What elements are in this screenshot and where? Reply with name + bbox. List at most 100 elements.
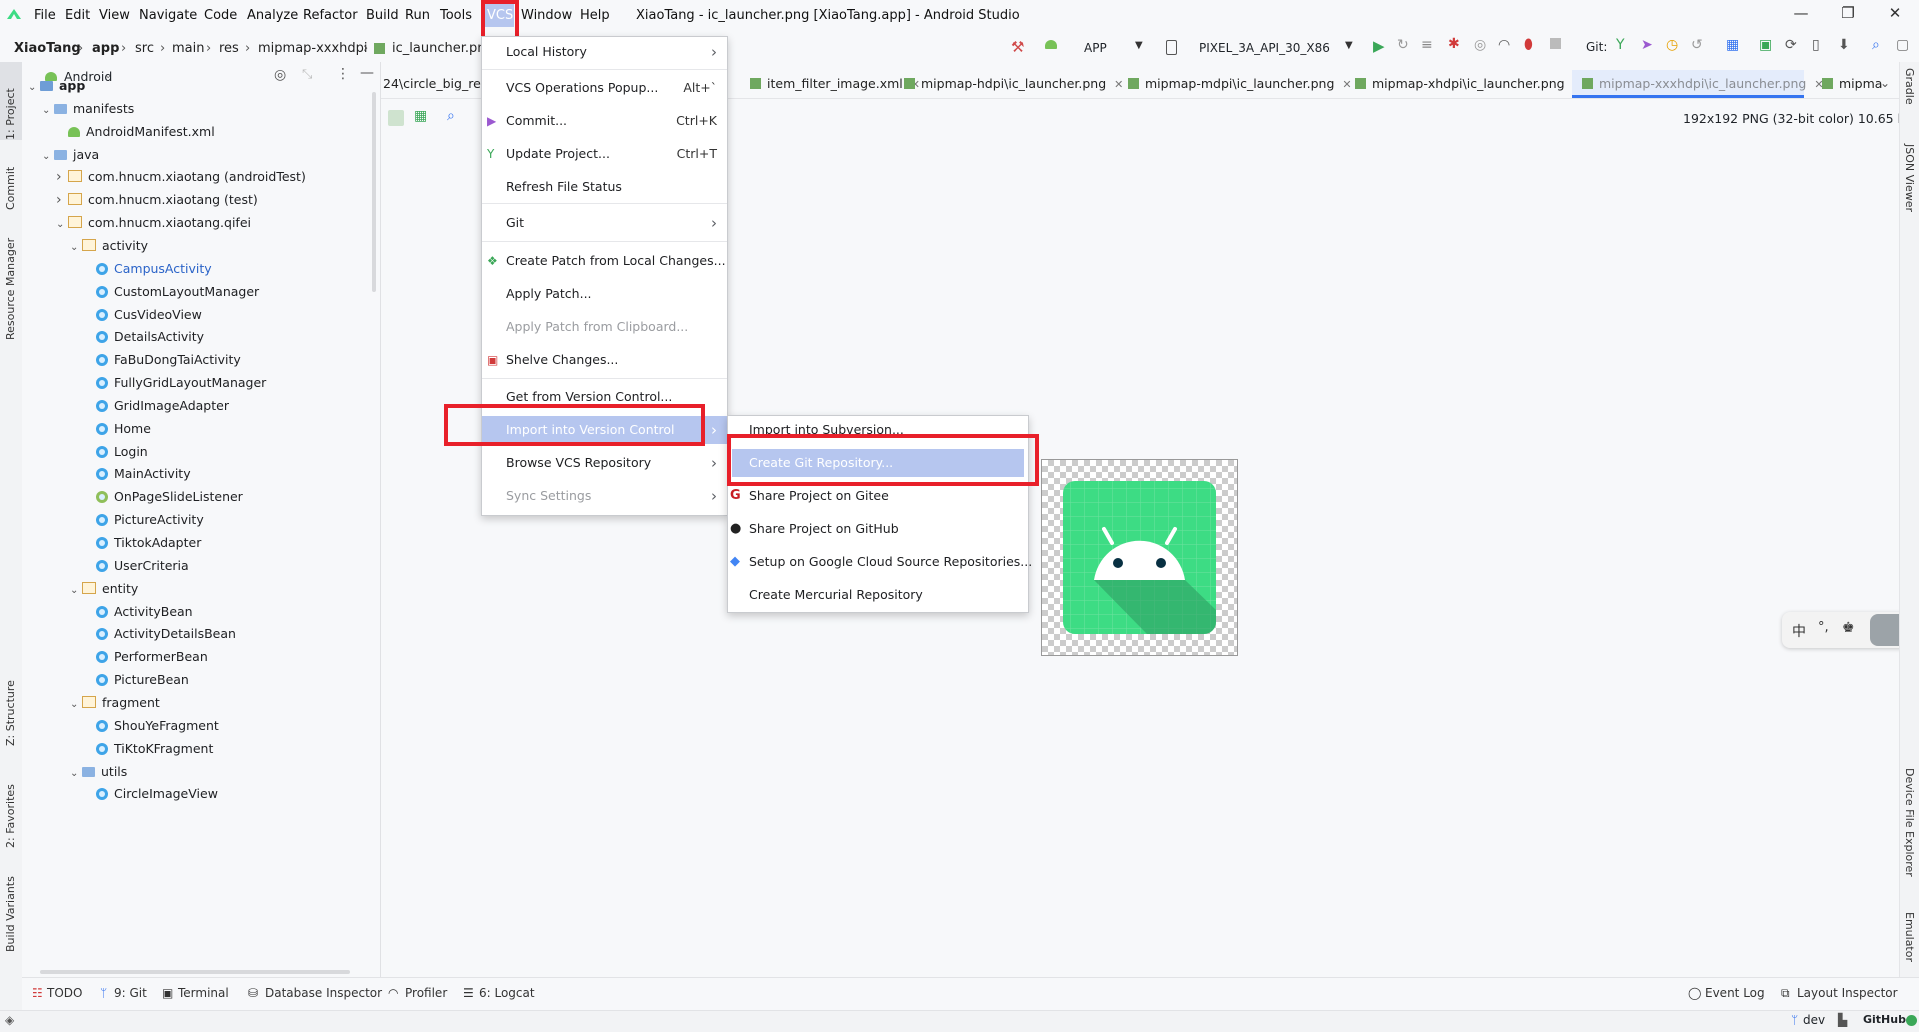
menu-run[interactable]: Run xyxy=(405,8,430,23)
sync-gradle-icon[interactable]: ⟳ xyxy=(1785,37,1797,53)
import-submenu-item[interactable]: G Share Project on Gitee xyxy=(728,482,1028,510)
import-submenu-item[interactable]: ● Share Project on GitHub xyxy=(728,515,1028,543)
tool-emulator[interactable]: Emulator xyxy=(1903,912,1916,962)
vcs-menu-item[interactable]: Browse VCS Repository › xyxy=(482,449,727,477)
attach-icon[interactable]: ◎ xyxy=(1474,37,1486,53)
chevron-down-icon[interactable]: ⌄ xyxy=(70,237,82,259)
locate-file-icon[interactable]: ◎ xyxy=(274,67,286,83)
tree-item[interactable]: Home xyxy=(84,418,151,440)
coverage-icon[interactable]: ⬮ xyxy=(1524,37,1533,53)
tree-item[interactable]: ⌄ manifests xyxy=(42,98,134,120)
chevron-right-icon[interactable]: › xyxy=(56,166,68,188)
breadcrumb-file[interactable]: ic_launcher.png xyxy=(392,41,494,56)
ime-language-toggle[interactable]: 中 xyxy=(1792,621,1806,641)
tool-database-inspector[interactable]: Database Inspector xyxy=(265,986,382,1000)
tool-project[interactable]: 1: Project xyxy=(4,88,17,140)
menu-code[interactable]: Code xyxy=(204,8,237,23)
build-hammer-icon[interactable]: ⚒ xyxy=(1011,38,1024,56)
tool-favorites[interactable]: 2: Favorites xyxy=(4,784,17,848)
profile-icon[interactable]: ◠ xyxy=(1498,37,1510,53)
tree-item[interactable]: › com.hnucm.xiaotang (test) xyxy=(56,189,258,211)
tool-event-log[interactable]: Event Log xyxy=(1705,986,1765,1000)
tree-item[interactable]: › com.hnucm.xiaotang (androidTest) xyxy=(56,166,306,188)
tree-item[interactable]: ⌄ activity xyxy=(70,235,148,257)
avd-manager-icon[interactable]: ▯ xyxy=(1812,37,1820,53)
menu-window[interactable]: Window xyxy=(521,8,572,23)
sdk-manager-icon[interactable]: ⬇ xyxy=(1838,37,1850,53)
user-icon[interactable]: ▢ xyxy=(1896,37,1909,53)
editor-tab[interactable]: item_filter_image.xml ✕ xyxy=(740,70,920,98)
tool-commit[interactable]: Commit xyxy=(4,167,17,210)
tree-vertical-scrollbar[interactable] xyxy=(372,92,376,292)
zoom-actual-icon[interactable] xyxy=(388,110,404,126)
git-push-icon[interactable]: ➤ xyxy=(1641,37,1653,53)
git-branch-status[interactable]: dev xyxy=(1803,1013,1825,1027)
chevron-down-icon[interactable]: ⌄ xyxy=(28,77,40,99)
vcs-menu-item[interactable]: Git › xyxy=(482,209,727,237)
tool-logcat[interactable]: 6: Logcat xyxy=(479,986,535,1000)
vcs-menu-item[interactable]: ❖ Create Patch from Local Changes... xyxy=(482,247,727,275)
tool-git[interactable]: 9: Git xyxy=(114,986,147,1000)
close-button[interactable]: ✕ xyxy=(1880,4,1910,26)
import-submenu-item[interactable]: Create Mercurial Repository xyxy=(728,581,1028,609)
tree-item[interactable]: ShouYeFragment xyxy=(84,715,219,737)
vcs-menu-item[interactable]: VCS Operations Popup... Alt+` xyxy=(482,74,727,102)
tree-item[interactable]: CircleImageView xyxy=(84,783,218,805)
tree-horizontal-scrollbar[interactable] xyxy=(40,970,350,974)
tree-item[interactable]: AndroidManifest.xml xyxy=(56,121,215,143)
menu-navigate[interactable]: Navigate xyxy=(139,8,197,23)
git-rollback-icon[interactable]: ↺ xyxy=(1691,37,1703,53)
chevron-down-icon[interactable]: ⌄ xyxy=(42,100,54,122)
vcs-menu-item[interactable]: Refresh File Status xyxy=(482,173,727,201)
git-update-icon[interactable]: Y xyxy=(1616,37,1625,53)
tool-layout-inspector[interactable]: Layout Inspector xyxy=(1797,986,1898,1000)
tree-item[interactable]: ⌄ fragment xyxy=(70,692,160,714)
menu-build[interactable]: Build xyxy=(366,8,399,23)
options-menu-icon[interactable]: ⋮ xyxy=(336,66,350,82)
breadcrumb-main[interactable]: main xyxy=(172,41,204,56)
tree-item[interactable]: PictureActivity xyxy=(84,509,204,531)
minimize-button[interactable]: — xyxy=(1786,4,1816,26)
tree-item[interactable]: FullyGridLayoutManager xyxy=(84,372,266,394)
import-submenu-item[interactable]: ◆ Setup on Google Cloud Source Repositori… xyxy=(728,548,1032,576)
vcs-menu-item[interactable]: Local History › xyxy=(482,38,727,66)
ime-punctuation-toggle[interactable]: °, xyxy=(1818,620,1829,635)
zoom-icon[interactable]: ⌕ xyxy=(447,108,455,124)
tree-item[interactable]: ActivityDetailsBean xyxy=(84,623,236,645)
hide-panel-icon[interactable]: — xyxy=(360,65,374,81)
restore-button[interactable]: ❐ xyxy=(1833,4,1863,26)
tree-item[interactable]: DetailsActivity xyxy=(84,326,204,348)
run-icon[interactable]: ▶ xyxy=(1373,37,1385,55)
chevron-down-icon[interactable]: ⌄ xyxy=(42,146,54,168)
tab-overflow-icon[interactable]: ⌄ xyxy=(1880,76,1890,90)
tree-item[interactable]: ActivityBean xyxy=(84,601,193,623)
git-history-icon[interactable]: ◷ xyxy=(1666,37,1678,53)
run-config-select[interactable]: APP xyxy=(1083,40,1108,64)
tool-structure[interactable]: Z: Structure xyxy=(4,680,17,746)
tree-item[interactable]: OnPageSlideListener xyxy=(84,486,243,508)
vcs-menu-item[interactable]: ▣ Shelve Changes... xyxy=(482,346,727,374)
tree-item[interactable]: ⌄ app xyxy=(28,75,85,97)
tree-item[interactable]: ⌄ com.hnucm.xiaotang.qifei xyxy=(56,212,251,234)
menu-edit[interactable]: Edit xyxy=(65,8,90,23)
device-select[interactable]: PIXEL_3A_API_30_X86 xyxy=(1198,40,1331,64)
tool-device-file-explorer[interactable]: Device File Explorer xyxy=(1903,768,1916,877)
editor-tab[interactable]: mipmap-hdpi\ic_launcher.png ✕ xyxy=(894,70,1123,98)
editor-tab[interactable]: mipmap-xxxhdpi\ic_launcher.png ✕ xyxy=(1572,70,1824,98)
terminal-icon[interactable]: ▣ xyxy=(1759,37,1772,53)
tool-json-viewer[interactable]: JSON Viewer xyxy=(1903,144,1916,212)
chevron-down-icon[interactable]: ⌄ xyxy=(70,763,82,785)
rerun-icon[interactable]: ↻ xyxy=(1397,37,1409,53)
chevron-down-icon[interactable]: ⌄ xyxy=(70,580,82,602)
tree-item[interactable]: PerformerBean xyxy=(84,646,208,668)
ime-skin-icon[interactable]: ♚ xyxy=(1842,620,1855,636)
tree-item[interactable]: MainActivity xyxy=(84,463,191,485)
search-icon[interactable]: ⌕ xyxy=(1872,37,1880,53)
tree-item[interactable]: ⌄ utils xyxy=(70,761,127,783)
editor-tab[interactable]: mipmap-xhdpi\ic_launcher.png✕ xyxy=(1345,70,1582,98)
menu-refactor[interactable]: Refactor xyxy=(303,8,358,23)
tree-item[interactable]: TiktokAdapter xyxy=(84,532,201,554)
tree-item[interactable]: GridImageAdapter xyxy=(84,395,229,417)
tree-item[interactable]: TiKtoKFragment xyxy=(84,738,213,760)
tree-item[interactable]: ⌄ entity xyxy=(70,578,138,600)
